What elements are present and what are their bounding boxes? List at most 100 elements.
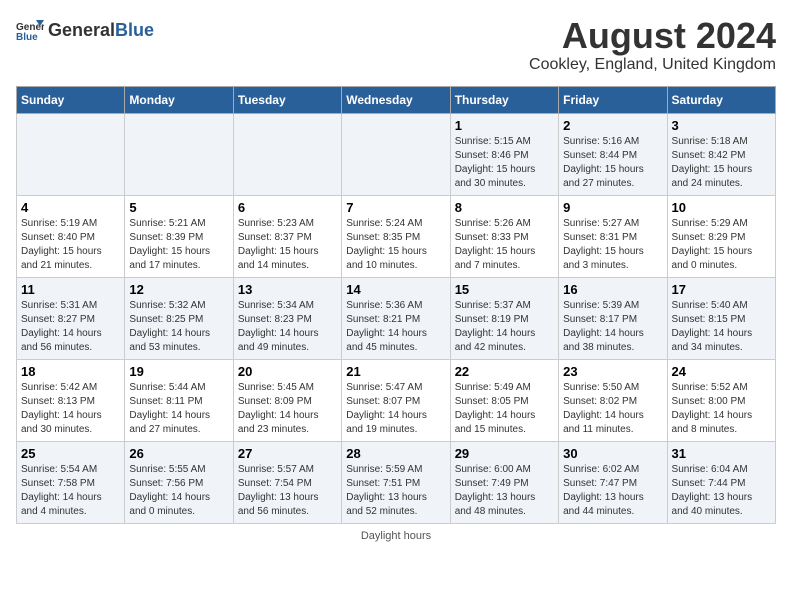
day-info: Sunrise: 5:52 AM Sunset: 8:00 PM Dayligh… <box>672 381 771 437</box>
day-info: Sunrise: 6:02 AM Sunset: 7:47 PM Dayligh… <box>563 463 662 519</box>
day-number: 14 <box>346 282 445 297</box>
calendar-cell: 17Sunrise: 5:40 AM Sunset: 8:15 PM Dayli… <box>667 277 775 359</box>
page-title: August 2024 <box>529 16 776 56</box>
day-info: Sunrise: 5:31 AM Sunset: 8:27 PM Dayligh… <box>21 299 120 355</box>
calendar-cell: 10 Sunrise: 5:29 AM Sunset: 8:29 PM Dayli… <box>667 195 775 277</box>
day-number: 4 <box>21 200 120 215</box>
calendar-cell: 26 Sunrise: 5:55 AM Sunset: 7:56 PM Dayli… <box>125 441 233 523</box>
calendar-week-4: 18 Sunrise: 5:42 AM Sunset: 8:13 PM Dayli… <box>17 359 776 441</box>
day-info: Sunrise: 5:34 AM Sunset: 8:23 PM Dayligh… <box>238 299 337 355</box>
calendar-cell: 29 Sunrise: 6:00 AM Sunset: 7:49 PM Dayli… <box>450 441 558 523</box>
calendar-cell: 1Sunrise: 5:15 AM Sunset: 8:46 PM Daylig… <box>450 113 558 195</box>
day-number: 5 <box>129 200 228 215</box>
day-number: 20 <box>238 364 337 379</box>
calendar-cell: 9Sunrise: 5:27 AM Sunset: 8:31 PM Daylig… <box>559 195 667 277</box>
calendar-cell: 5 Sunrise: 5:21 AM Sunset: 8:39 PM Daylig… <box>125 195 233 277</box>
header: General Blue GeneralBlue August 2024 Coo… <box>16 16 776 74</box>
day-header-thursday: Thursday <box>450 86 558 113</box>
day-info: Sunrise: 5:19 AM Sunset: 8:40 PM Dayligh… <box>21 217 120 273</box>
day-info: Sunrise: 5:39 AM Sunset: 8:17 PM Dayligh… <box>563 299 662 355</box>
logo-icon: General Blue <box>16 16 44 44</box>
day-info: Sunrise: 6:00 AM Sunset: 7:49 PM Dayligh… <box>455 463 554 519</box>
calendar-cell: 6 Sunrise: 5:23 AM Sunset: 8:37 PM Daylig… <box>233 195 341 277</box>
calendar-cell: 28 Sunrise: 5:59 AM Sunset: 7:51 PM Dayli… <box>342 441 450 523</box>
day-header-wednesday: Wednesday <box>342 86 450 113</box>
calendar-week-2: 4 Sunrise: 5:19 AM Sunset: 8:40 PM Daylig… <box>17 195 776 277</box>
day-info: Sunrise: 5:50 AM Sunset: 8:02 PM Dayligh… <box>563 381 662 437</box>
day-number: 19 <box>129 364 228 379</box>
title-area: August 2024 Cookley, England, United Kin… <box>529 16 776 74</box>
calendar-cell <box>17 113 125 195</box>
calendar-cell: 12Sunrise: 5:32 AM Sunset: 8:25 PM Dayli… <box>125 277 233 359</box>
calendar-cell: 24 Sunrise: 5:52 AM Sunset: 8:00 PM Dayli… <box>667 359 775 441</box>
calendar-cell: 15Sunrise: 5:37 AM Sunset: 8:19 PM Dayli… <box>450 277 558 359</box>
day-number: 6 <box>238 200 337 215</box>
day-number: 16 <box>563 282 662 297</box>
day-info: Sunrise: 5:45 AM Sunset: 8:09 PM Dayligh… <box>238 381 337 437</box>
day-number: 28 <box>346 446 445 461</box>
day-number: 26 <box>129 446 228 461</box>
day-info: Sunrise: 5:57 AM Sunset: 7:54 PM Dayligh… <box>238 463 337 519</box>
day-number: 13 <box>238 282 337 297</box>
day-number: 10 <box>672 200 771 215</box>
day-number: 9 <box>563 200 662 215</box>
day-info: Sunrise: 5:16 AM Sunset: 8:44 PM Dayligh… <box>563 135 662 191</box>
calendar-cell: 20 Sunrise: 5:45 AM Sunset: 8:09 PM Dayli… <box>233 359 341 441</box>
day-info: Sunrise: 5:18 AM Sunset: 8:42 PM Dayligh… <box>672 135 771 191</box>
day-info: Sunrise: 6:04 AM Sunset: 7:44 PM Dayligh… <box>672 463 771 519</box>
calendar-body: 1Sunrise: 5:15 AM Sunset: 8:46 PM Daylig… <box>17 113 776 523</box>
calendar-week-1: 1Sunrise: 5:15 AM Sunset: 8:46 PM Daylig… <box>17 113 776 195</box>
day-info: Sunrise: 5:32 AM Sunset: 8:25 PM Dayligh… <box>129 299 228 355</box>
day-number: 18 <box>21 364 120 379</box>
day-info: Sunrise: 5:54 AM Sunset: 7:58 PM Dayligh… <box>21 463 120 519</box>
day-info: Sunrise: 5:49 AM Sunset: 8:05 PM Dayligh… <box>455 381 554 437</box>
day-header-saturday: Saturday <box>667 86 775 113</box>
day-number: 7 <box>346 200 445 215</box>
calendar-table: SundayMondayTuesdayWednesdayThursdayFrid… <box>16 86 776 524</box>
day-info: Sunrise: 5:23 AM Sunset: 8:37 PM Dayligh… <box>238 217 337 273</box>
calendar-cell: 8Sunrise: 5:26 AM Sunset: 8:33 PM Daylig… <box>450 195 558 277</box>
calendar-cell: 25 Sunrise: 5:54 AM Sunset: 7:58 PM Dayli… <box>17 441 125 523</box>
calendar-cell: 30Sunrise: 6:02 AM Sunset: 7:47 PM Dayli… <box>559 441 667 523</box>
calendar-cell: 18 Sunrise: 5:42 AM Sunset: 8:13 PM Dayli… <box>17 359 125 441</box>
day-info: Sunrise: 5:21 AM Sunset: 8:39 PM Dayligh… <box>129 217 228 273</box>
day-number: 24 <box>672 364 771 379</box>
calendar-week-5: 25 Sunrise: 5:54 AM Sunset: 7:58 PM Dayli… <box>17 441 776 523</box>
day-number: 11 <box>21 282 120 297</box>
logo: General Blue GeneralBlue <box>16 16 154 44</box>
calendar-cell: 22 Sunrise: 5:49 AM Sunset: 8:05 PM Dayli… <box>450 359 558 441</box>
day-number: 17 <box>672 282 771 297</box>
day-info: Sunrise: 5:29 AM Sunset: 8:29 PM Dayligh… <box>672 217 771 273</box>
day-number: 25 <box>21 446 120 461</box>
calendar-cell: 2Sunrise: 5:16 AM Sunset: 8:44 PM Daylig… <box>559 113 667 195</box>
day-number: 27 <box>238 446 337 461</box>
day-info: Sunrise: 5:59 AM Sunset: 7:51 PM Dayligh… <box>346 463 445 519</box>
day-info: Sunrise: 5:42 AM Sunset: 8:13 PM Dayligh… <box>21 381 120 437</box>
calendar-header-row: SundayMondayTuesdayWednesdayThursdayFrid… <box>17 86 776 113</box>
day-number: 29 <box>455 446 554 461</box>
day-header-friday: Friday <box>559 86 667 113</box>
day-info: Sunrise: 5:24 AM Sunset: 8:35 PM Dayligh… <box>346 217 445 273</box>
calendar-cell: 7 Sunrise: 5:24 AM Sunset: 8:35 PM Daylig… <box>342 195 450 277</box>
calendar-cell: 31Sunrise: 6:04 AM Sunset: 7:44 PM Dayli… <box>667 441 775 523</box>
calendar-cell <box>125 113 233 195</box>
day-number: 22 <box>455 364 554 379</box>
calendar-cell: 14 Sunrise: 5:36 AM Sunset: 8:21 PM Dayli… <box>342 277 450 359</box>
day-info: Sunrise: 5:55 AM Sunset: 7:56 PM Dayligh… <box>129 463 228 519</box>
day-info: Sunrise: 5:47 AM Sunset: 8:07 PM Dayligh… <box>346 381 445 437</box>
calendar-cell: 4 Sunrise: 5:19 AM Sunset: 8:40 PM Daylig… <box>17 195 125 277</box>
calendar-cell: 11 Sunrise: 5:31 AM Sunset: 8:27 PM Dayli… <box>17 277 125 359</box>
day-info: Sunrise: 5:36 AM Sunset: 8:21 PM Dayligh… <box>346 299 445 355</box>
svg-text:Blue: Blue <box>16 32 38 43</box>
day-number: 21 <box>346 364 445 379</box>
calendar-cell <box>233 113 341 195</box>
footer-note: Daylight hours <box>16 530 776 542</box>
day-number: 1 <box>455 118 554 133</box>
logo-general-text: GeneralBlue <box>48 21 154 39</box>
day-header-monday: Monday <box>125 86 233 113</box>
day-info: Sunrise: 5:26 AM Sunset: 8:33 PM Dayligh… <box>455 217 554 273</box>
calendar-cell: 19Sunrise: 5:44 AM Sunset: 8:11 PM Dayli… <box>125 359 233 441</box>
subtitle: Cookley, England, United Kingdom <box>529 56 776 74</box>
day-number: 15 <box>455 282 554 297</box>
day-header-sunday: Sunday <box>17 86 125 113</box>
